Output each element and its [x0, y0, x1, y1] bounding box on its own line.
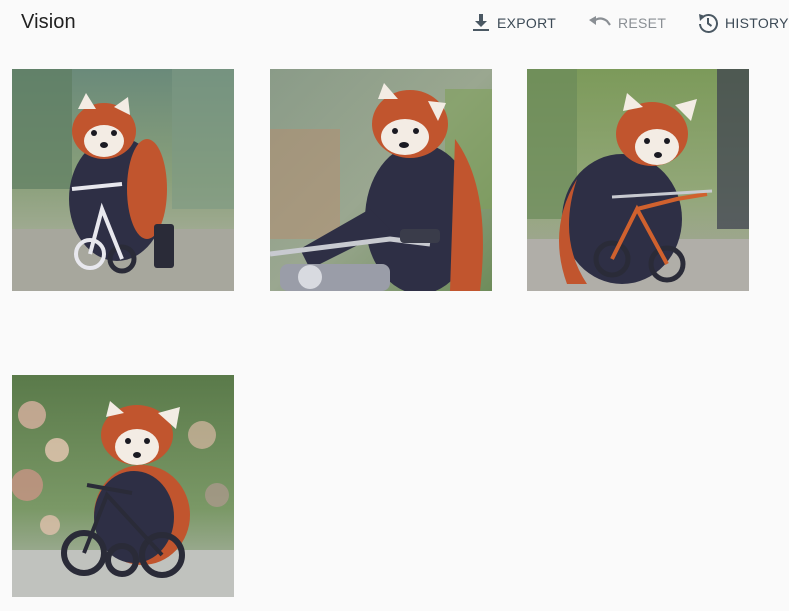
- gallery-image-1[interactable]: [12, 69, 234, 291]
- gallery-image-2[interactable]: [270, 69, 492, 291]
- red-panda-bicycle-image: [12, 69, 234, 291]
- gallery-image-4[interactable]: [12, 375, 234, 597]
- download-icon: [471, 13, 491, 33]
- app-title: Vision: [21, 11, 76, 33]
- app-header: Vision: [0, 0, 789, 46]
- red-panda-motorcycle-image: [270, 69, 492, 291]
- history-button[interactable]: HISTORY: [697, 10, 789, 36]
- reset-label: RESET: [618, 15, 667, 31]
- red-panda-orange-bicycle-image: [527, 69, 749, 291]
- undo-icon: [588, 13, 612, 33]
- history-icon: [697, 12, 719, 34]
- history-label: HISTORY: [725, 15, 789, 31]
- reset-button[interactable]: RESET: [588, 10, 666, 36]
- export-button[interactable]: EXPORT: [471, 10, 556, 36]
- gallery-image-3[interactable]: [527, 69, 749, 291]
- red-panda-tricycle-image: [12, 375, 234, 597]
- export-label: EXPORT: [497, 15, 557, 31]
